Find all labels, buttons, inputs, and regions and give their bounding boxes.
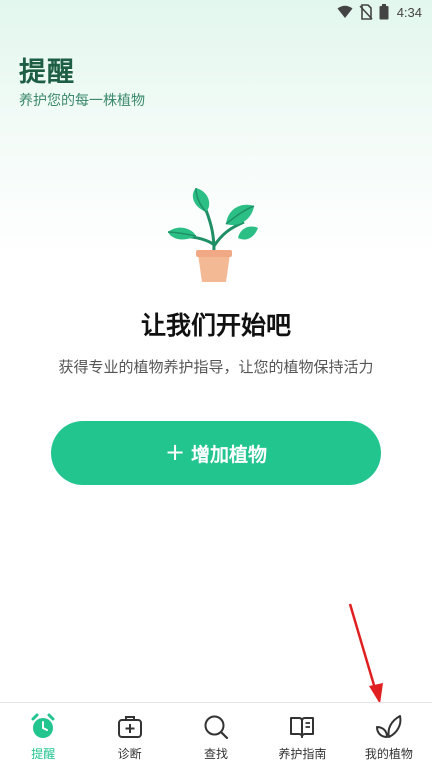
battery-icon xyxy=(379,4,389,20)
medical-kit-icon xyxy=(116,713,144,741)
nav-item-search[interactable]: 查找 xyxy=(173,703,259,768)
nav-item-my-plants[interactable]: 我的植物 xyxy=(346,703,432,768)
bottom-nav: 提醒 诊断 查找 养护指南 我的植物 xyxy=(0,702,432,768)
status-time: 4:34 xyxy=(396,4,422,20)
status-bar: 4:34 xyxy=(0,0,432,24)
nav-item-care-guide[interactable]: 养护指南 xyxy=(259,703,345,768)
leaves-icon xyxy=(375,713,403,741)
nav-item-diagnose[interactable]: 诊断 xyxy=(86,703,172,768)
potted-plant-illustration xyxy=(166,186,262,286)
page-subtitle: 养护您的每一株植物 xyxy=(19,93,145,109)
annotation-arrow xyxy=(348,603,383,704)
empty-state-title: 让我们开始吧 xyxy=(140,311,291,340)
nav-label-my-plants: 我的植物 xyxy=(364,747,413,761)
page-title: 提醒 xyxy=(19,57,75,88)
add-plant-button-label: 增加植物 xyxy=(191,443,268,466)
nav-label-reminders: 提醒 xyxy=(31,747,56,761)
nav-label-care-guide: 养护指南 xyxy=(278,747,327,761)
nav-label-diagnose: 诊断 xyxy=(117,747,142,761)
search-icon xyxy=(202,713,230,741)
empty-state-description: 获得专业的植物养护指导，让您的植物保持活力 xyxy=(58,358,374,376)
no-sim-icon xyxy=(359,4,373,20)
nav-item-reminders[interactable]: 提醒 xyxy=(0,703,86,768)
nav-label-search: 查找 xyxy=(204,747,229,761)
book-icon xyxy=(288,713,316,741)
wifi-icon xyxy=(337,5,353,19)
plus-icon: + xyxy=(164,438,186,466)
alarm-clock-icon xyxy=(29,713,57,741)
app-screen: 4:34 提醒 养护您的每一株植物 让我们开始吧 获得专业的植物养护指导，让您的… xyxy=(0,0,432,768)
add-plant-button[interactable]: + 增加植物 xyxy=(51,421,381,485)
